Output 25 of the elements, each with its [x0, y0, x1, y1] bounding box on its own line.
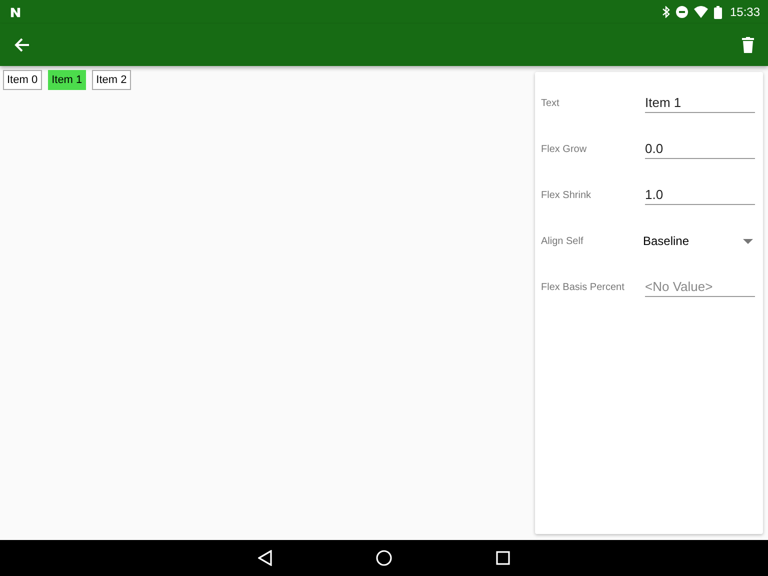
input-field[interactable]: <No Value> [645, 277, 755, 297]
do-not-disturb-icon [676, 6, 688, 18]
flex-item[interactable]: Item 2 [92, 70, 131, 90]
input-field[interactable]: 1.0 [645, 185, 755, 205]
flex-item[interactable]: Item 1 [48, 70, 86, 90]
input-field[interactable]: Item 1 [645, 93, 755, 113]
notification-icon [10, 6, 21, 18]
wifi-icon [694, 6, 708, 18]
property-label: Flex Shrink [541, 190, 592, 200]
battery-icon [714, 6, 722, 18]
property-label: Flex Basis Percent [541, 282, 624, 292]
bluetooth-icon [662, 6, 670, 18]
clock-time: 15:33 [730, 5, 760, 19]
input-field[interactable]: 0.0 [645, 139, 755, 159]
recents-icon[interactable] [496, 551, 510, 565]
dropdown-arrow-icon [743, 238, 753, 244]
back-arrow-icon[interactable] [14, 37, 30, 53]
property-label: Text [541, 98, 560, 108]
property-label: Flex Grow [541, 144, 587, 154]
dropdown[interactable]: Baseline [643, 234, 757, 248]
back-icon[interactable] [258, 550, 272, 566]
trash-icon[interactable] [742, 37, 754, 53]
flex-item[interactable]: Item 0 [3, 70, 42, 90]
home-icon[interactable] [376, 550, 392, 566]
property-label: Align Self [541, 236, 584, 246]
